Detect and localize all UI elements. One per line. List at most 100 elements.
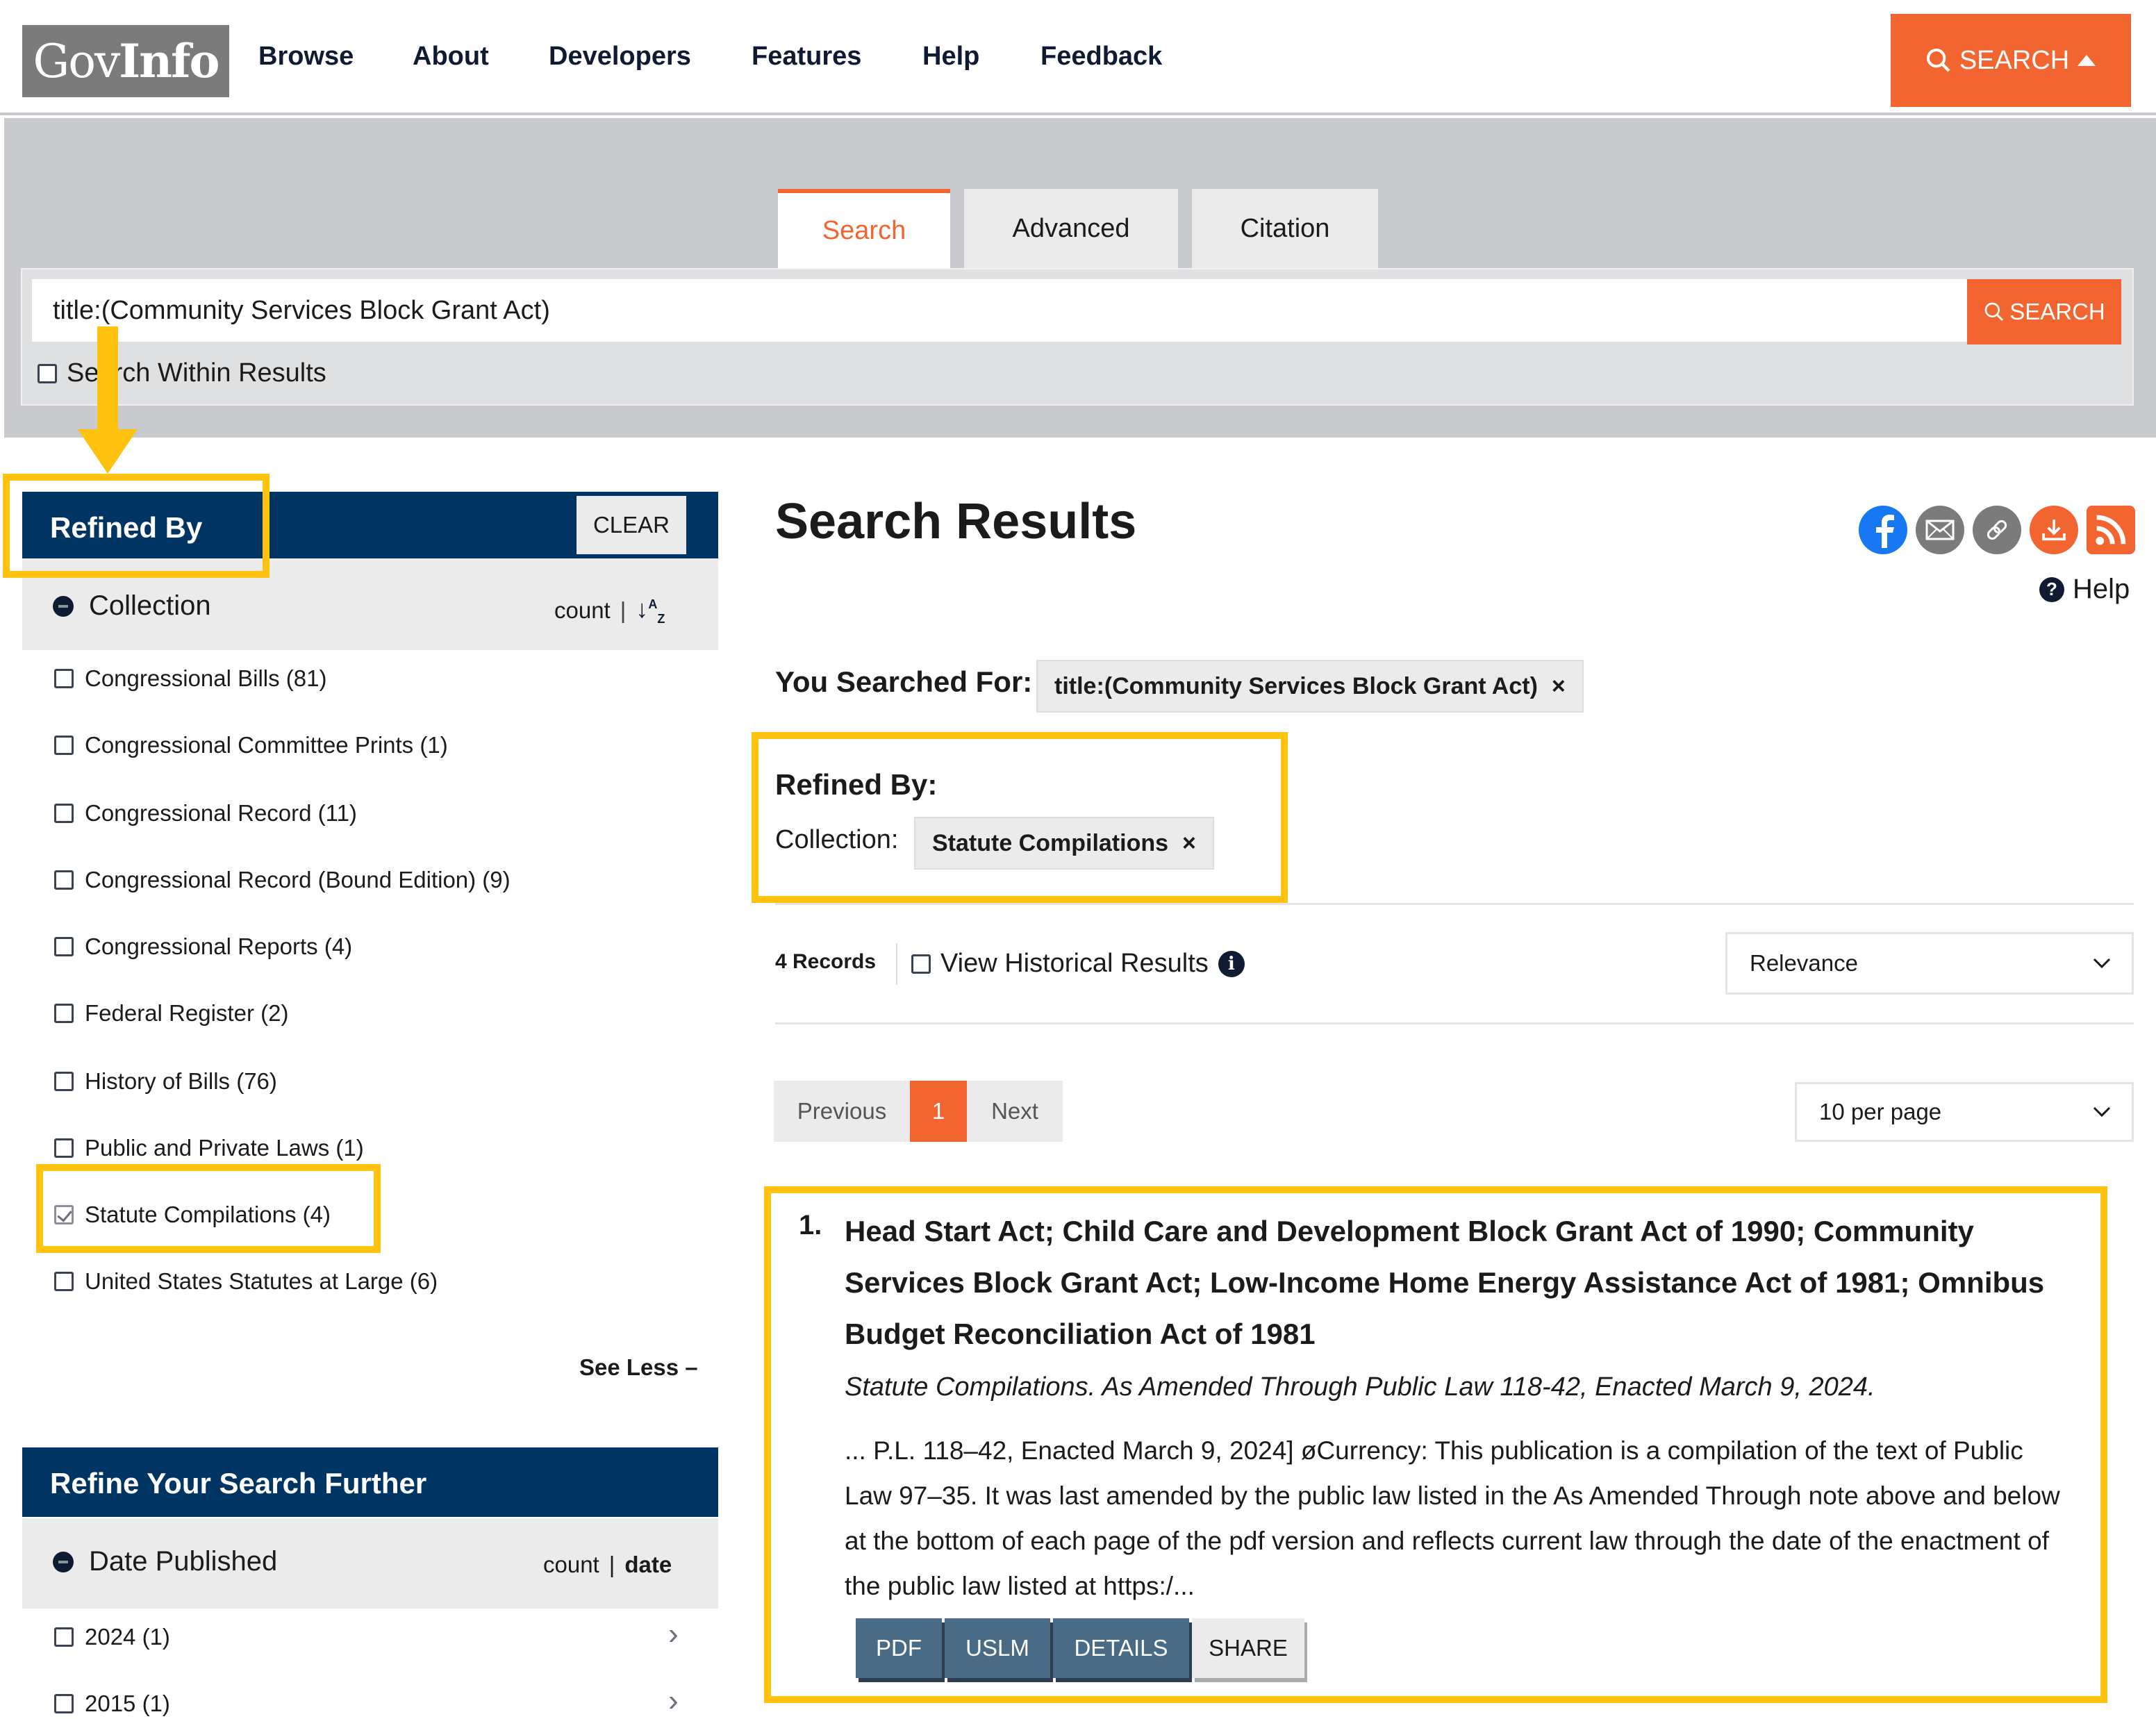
tab-search[interactable]: Search	[778, 189, 950, 268]
facet-label: Congressional Record (Bound Edition) (9)	[85, 867, 511, 892]
facet-label: 2015 (1)	[85, 1691, 170, 1716]
facet-checkbox[interactable]	[54, 1004, 74, 1023]
facet-checkbox[interactable]	[54, 736, 74, 755]
share-button[interactable]: SHARE	[1192, 1618, 1304, 1678]
nav-feedback[interactable]: Feedback	[1040, 42, 1162, 72]
result-actions: PDF USLM DETAILS SHARE	[856, 1618, 1304, 1678]
pagination: Previous 1 Next	[774, 1081, 1063, 1142]
date-title-text: Date Published	[89, 1546, 278, 1577]
facet-item[interactable]: Congressional Record (11)	[54, 800, 357, 827]
historical-label: View Historical Results	[940, 949, 1209, 978]
nav-browse[interactable]: Browse	[258, 42, 354, 72]
sort-divider: |	[620, 597, 627, 624]
uslm-button[interactable]: USLM	[945, 1618, 1050, 1678]
facet-item[interactable]: Congressional Reports (4)	[54, 933, 352, 960]
result-title-link[interactable]: Head Start Act; Child Care and Developme…	[845, 1206, 2074, 1360]
facet-checkbox[interactable]	[54, 937, 74, 956]
pdf-button[interactable]: PDF	[856, 1618, 942, 1678]
facet-label: Congressional Record (11)	[85, 800, 357, 826]
facet-item[interactable]: Congressional Committee Prints (1)	[54, 732, 448, 758]
facet-label: Federal Register (2)	[85, 1000, 289, 1026]
divider	[775, 903, 2134, 905]
sort-by-count[interactable]: count	[554, 597, 611, 624]
result-subtitle: Statute Compilations. As Amended Through…	[845, 1372, 1875, 1402]
result-snippet: ... P.L. 118–42, Enacted March 9, 2024] …	[845, 1436, 2060, 1600]
facet-checkbox[interactable]	[54, 1627, 74, 1647]
search-input[interactable]	[32, 279, 1967, 342]
highlight-box	[36, 1164, 381, 1253]
facet-label: Public and Private Laws (1)	[85, 1135, 364, 1161]
nav-about[interactable]: About	[413, 42, 489, 72]
page-1-button[interactable]: 1	[910, 1081, 967, 1142]
search-button[interactable]: SEARCH	[1967, 279, 2121, 344]
search-button-label: SEARCH	[2009, 299, 2105, 324]
historical-checkbox[interactable]	[911, 954, 931, 974]
govinfo-logo[interactable]: Gov Info	[22, 25, 229, 97]
facet-checkbox[interactable]	[54, 669, 74, 688]
collection-chip-text: Statute Compilations	[932, 829, 1169, 856]
annotation-arrow-icon	[78, 326, 138, 474]
clear-button[interactable]: CLEAR	[577, 496, 686, 554]
nav-developers[interactable]: Developers	[549, 42, 691, 72]
date-facet-item[interactable]: 2024 (1)	[54, 1624, 170, 1650]
sort-select[interactable]: Relevance	[1725, 932, 2134, 995]
facet-item[interactable]: Congressional Record (Bound Edition) (9)	[54, 867, 511, 893]
remove-icon[interactable]: ×	[1552, 673, 1566, 700]
facet-checkbox[interactable]	[54, 1694, 74, 1713]
sort-alpha-icon[interactable]: ↓AZ	[636, 595, 665, 626]
help-link[interactable]: ? Help	[2039, 574, 2130, 605]
facet-item[interactable]: United States Statutes at Large (6)	[54, 1268, 438, 1295]
page-title: Search Results	[775, 494, 1137, 549]
facebook-icon[interactable]	[1859, 506, 1907, 554]
query-chip[interactable]: title:(Community Services Block Grant Ac…	[1036, 660, 1584, 713]
facet-item[interactable]: History of Bills (76)	[54, 1068, 277, 1095]
collection-facet-title[interactable]: Collection	[53, 590, 211, 622]
facet-item[interactable]: Congressional Bills (81)	[54, 665, 326, 692]
header-search-toggle[interactable]: SEARCH	[1891, 14, 2131, 107]
date-facet-item[interactable]: 2015 (1)	[54, 1691, 170, 1717]
details-button[interactable]: DETAILS	[1053, 1618, 1189, 1678]
chevron-right-icon[interactable]: ›	[668, 1684, 679, 1718]
facet-checkbox[interactable]	[54, 804, 74, 823]
facet-checkbox[interactable]	[54, 1072, 74, 1091]
facet-checkbox[interactable]	[54, 870, 74, 890]
help-label: Help	[2073, 574, 2130, 604]
refine-further-title: Refine Your Search Further	[50, 1467, 427, 1500]
facet-item[interactable]: Federal Register (2)	[54, 1000, 288, 1027]
link-icon[interactable]	[1973, 506, 2021, 554]
refined-by-label: Refined By:	[775, 768, 938, 801]
sort-by-date[interactable]: date	[624, 1552, 672, 1578]
divider	[896, 943, 897, 985]
email-icon[interactable]	[1916, 506, 1964, 554]
result-number: 1.	[799, 1210, 822, 1240]
download-icon[interactable]	[2030, 506, 2078, 554]
remove-icon[interactable]: ×	[1182, 830, 1196, 857]
facet-checkbox[interactable]	[54, 1272, 74, 1291]
info-icon[interactable]: i	[1218, 950, 1245, 977]
tab-advanced[interactable]: Advanced	[964, 189, 1178, 268]
sort-value: Relevance	[1750, 950, 1858, 976]
query-chip-text: title:(Community Services Block Grant Ac…	[1054, 672, 1538, 699]
tab-citation[interactable]: Citation	[1192, 189, 1378, 268]
rss-icon[interactable]	[2087, 506, 2135, 554]
date-facet-title[interactable]: Date Published	[53, 1546, 277, 1577]
see-less-link[interactable]: See Less –	[579, 1354, 698, 1381]
nav-help[interactable]: Help	[922, 42, 979, 72]
facet-label: United States Statutes at Large (6)	[85, 1268, 438, 1294]
chevron-right-icon[interactable]: ›	[668, 1617, 679, 1652]
sort-divider: |	[608, 1552, 615, 1577]
facet-label: History of Bills (76)	[85, 1068, 277, 1094]
facet-checkbox[interactable]	[54, 1138, 74, 1158]
search-icon	[1984, 302, 2004, 322]
collapse-icon	[53, 595, 74, 617]
per-page-select[interactable]: 10 per page	[1795, 1082, 2134, 1142]
facet-label: Congressional Committee Prints (1)	[85, 732, 448, 758]
sort-by-count[interactable]: count	[543, 1552, 599, 1578]
next-button[interactable]: Next	[967, 1081, 1063, 1142]
facet-label: 2024 (1)	[85, 1624, 170, 1650]
previous-button[interactable]: Previous	[774, 1081, 910, 1142]
view-historical-results[interactable]: View Historical Results i	[911, 949, 1245, 979]
collection-chip[interactable]: Statute Compilations ×	[914, 817, 1214, 870]
nav-features[interactable]: Features	[752, 42, 861, 72]
facet-item[interactable]: Public and Private Laws (1)	[54, 1135, 364, 1161]
